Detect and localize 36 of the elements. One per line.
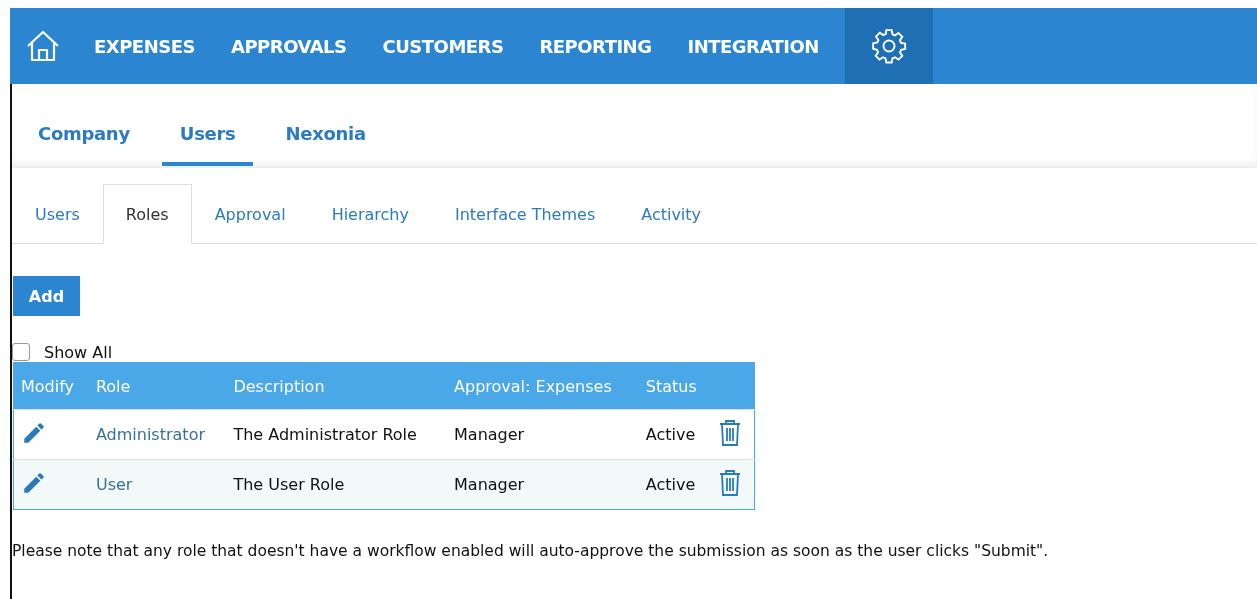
nav-item[interactable]: INTEGRATION (669, 8, 837, 84)
add-button[interactable]: Add (13, 276, 80, 316)
nav-item[interactable]: EXPENSES (76, 8, 213, 84)
table-cell: Manager (454, 425, 525, 444)
table-cell: The User Role (233, 475, 345, 494)
section-tab[interactable]: Company (30, 84, 138, 166)
note-text: Please note that any role that doesn't have a workflow enabled will auto-approve the submission as soon as the user clicks "Submit". (12, 542, 1050, 560)
home-icon (25, 28, 61, 64)
column-header: Approval: Expenses (447, 362, 639, 410)
nav-item[interactable]: REPORTING (521, 8, 670, 84)
show-all-checkbox[interactable] (12, 343, 30, 361)
section-tab[interactable]: Users (161, 84, 254, 166)
column-header: Status (638, 362, 712, 410)
role-link[interactable]: User (95, 475, 133, 494)
checkbox-label: Show All (44, 342, 113, 362)
table-cell: Active (645, 475, 696, 494)
trash-icon[interactable] (718, 418, 743, 447)
section-tab[interactable]: Nexonia (277, 84, 374, 166)
column-header: Description (226, 362, 448, 410)
settings-button[interactable] (844, 8, 933, 84)
table-cell: Manager (454, 475, 525, 494)
sub-tab[interactable]: Approval (191, 184, 309, 244)
trash-icon[interactable] (718, 468, 743, 497)
nav-item[interactable]: APPROVALS (212, 8, 365, 84)
role-link[interactable]: Administrator (95, 425, 205, 444)
settings-icon (869, 27, 908, 65)
column-header: Modify (13, 362, 89, 410)
sub-tab[interactable]: Activity (618, 184, 725, 244)
sub-tab[interactable]: Interface Themes (431, 184, 619, 244)
table-cell: The Administrator Role (233, 425, 417, 444)
sub-tab[interactable]: Users (12, 184, 103, 244)
nav-item[interactable]: CUSTOMERS (364, 8, 522, 84)
sub-tab[interactable]: Roles (102, 184, 192, 244)
column-header: Role (88, 362, 227, 410)
table-cell: Active (645, 425, 696, 444)
sub-tab[interactable]: Hierarchy (308, 184, 432, 244)
